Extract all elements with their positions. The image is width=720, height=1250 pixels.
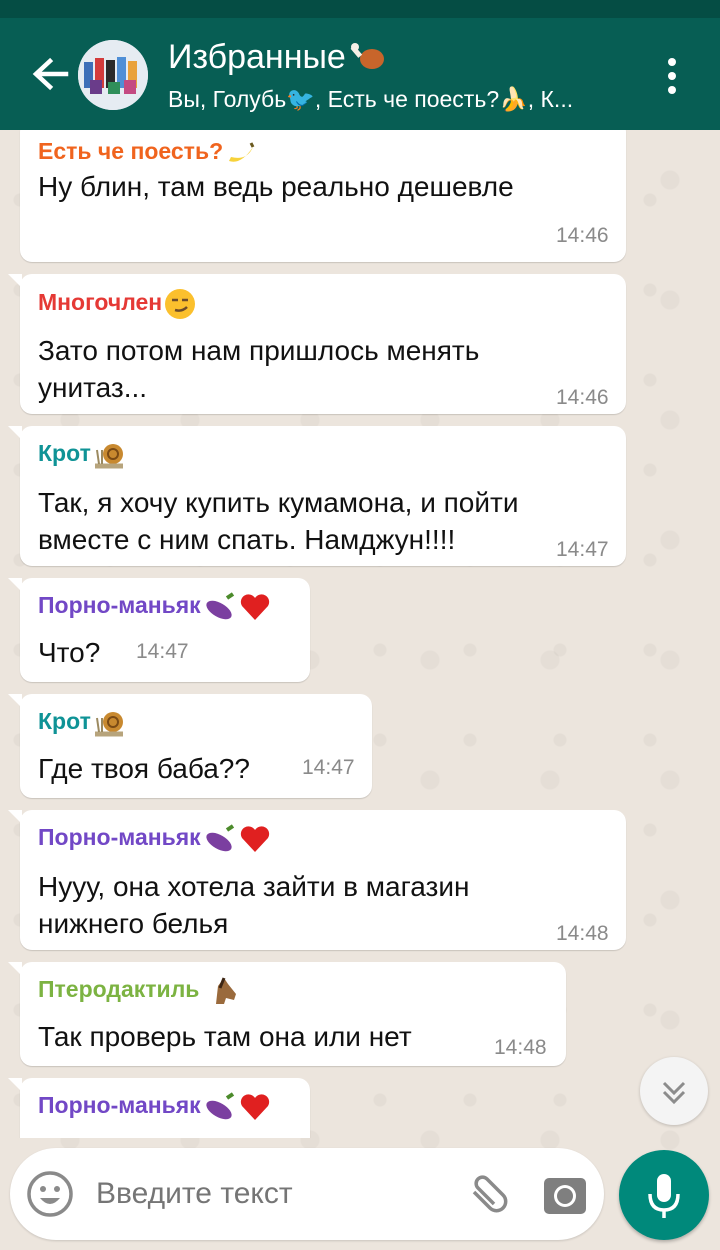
horse-face-icon <box>215 977 236 1004</box>
message-bubble[interactable]: Есть че поесть? Ну блин, там ведь реальн… <box>20 130 626 262</box>
message-sender: Птеродактиль <box>38 976 242 1006</box>
message-bubble[interactable]: Птеродактиль Так проверь там она или нет… <box>8 962 566 1066</box>
message-bubble[interactable]: Многочлен Зато потом нам пришлось менять… <box>8 274 626 414</box>
message-bubble[interactable]: Крот Так, я хочу купить кумамона, и пойт… <box>8 426 626 566</box>
message-text: Ну блин, там ведь реально дешевле <box>38 171 514 202</box>
red-heart-icon <box>240 594 269 620</box>
red-heart-icon <box>240 1094 269 1120</box>
smirking-face-icon <box>165 289 196 319</box>
message-list[interactable]: Есть че поесть? Ну блин, там ведь реальн… <box>0 130 720 1138</box>
message-input[interactable] <box>96 1176 446 1212</box>
status-bar <box>0 0 720 18</box>
message-text: Так, я хочу купить кумамона, и пойти вмес… <box>38 487 519 555</box>
message-composer <box>10 1148 604 1240</box>
snail-icon <box>94 712 123 737</box>
message-sender: Порно-маньяк <box>38 592 271 622</box>
message-sender: Есть че поесть? <box>38 138 257 167</box>
banana-icon <box>229 142 255 162</box>
message-sender: Крот <box>38 708 127 738</box>
eggplant-icon <box>206 592 234 620</box>
group-avatar[interactable] <box>78 40 148 110</box>
message-bubble[interactable]: Порно-маньяк <box>8 1078 310 1138</box>
message-text: Нууу, она хотела зайти в магазин нижнего … <box>38 871 470 939</box>
message-sender: Порно-маньяк <box>38 824 271 854</box>
message-bubble[interactable]: Порно-маньяк Что? 14:47 <box>8 578 310 682</box>
message-text: Что? <box>38 637 101 668</box>
message-text: Зато потом нам пришлось менять унитаз... <box>38 335 480 403</box>
snail-icon <box>94 444 123 469</box>
message-time: 14:47 <box>136 640 189 663</box>
eggplant-icon <box>206 1092 234 1120</box>
message-time: 14:47 <box>556 538 609 561</box>
message-text: Так проверь там она или нет <box>38 1021 412 1052</box>
message-sender: Многочлен <box>38 288 196 320</box>
message-time: 14:46 <box>556 224 609 247</box>
message-text: Где твоя баба?? <box>38 753 250 784</box>
arrow-left-icon[interactable] <box>28 52 72 96</box>
paperclip-icon[interactable] <box>464 1172 510 1218</box>
message-sender: Порно-маньяк <box>38 1092 271 1122</box>
red-heart-icon <box>240 826 269 852</box>
chat-title-text: Избранные <box>168 38 346 76</box>
message-sender: Крот <box>38 440 127 470</box>
message-time: 14:48 <box>556 922 609 945</box>
message-bubble[interactable]: Крот Где твоя баба?? 14:47 <box>8 694 372 798</box>
poultry-leg-icon <box>350 43 384 70</box>
camera-icon[interactable] <box>542 1172 588 1218</box>
message-time: 14:47 <box>302 756 355 779</box>
more-vertical-icon[interactable] <box>660 54 684 98</box>
scroll-to-bottom-button[interactable] <box>640 1057 708 1125</box>
chat-header: Избранные Вы, Голубь🐦, Есть че поесть?🍌,… <box>0 18 720 130</box>
message-time: 14:46 <box>556 386 609 409</box>
microphone-icon <box>648 1174 680 1218</box>
message-bubble[interactable]: Порно-маньяк Нууу, она хотела зайти в ма… <box>8 810 626 950</box>
microphone-button[interactable] <box>619 1150 709 1240</box>
smiley-icon[interactable] <box>26 1170 74 1218</box>
chat-subtitle[interactable]: Вы, Голубь🐦, Есть че поесть?🍌, К... <box>168 86 638 113</box>
chat-title[interactable]: Избранные <box>168 38 388 79</box>
message-time: 14:48 <box>494 1036 547 1059</box>
eggplant-icon <box>206 824 234 852</box>
double-chevron-down-icon <box>662 1081 686 1105</box>
